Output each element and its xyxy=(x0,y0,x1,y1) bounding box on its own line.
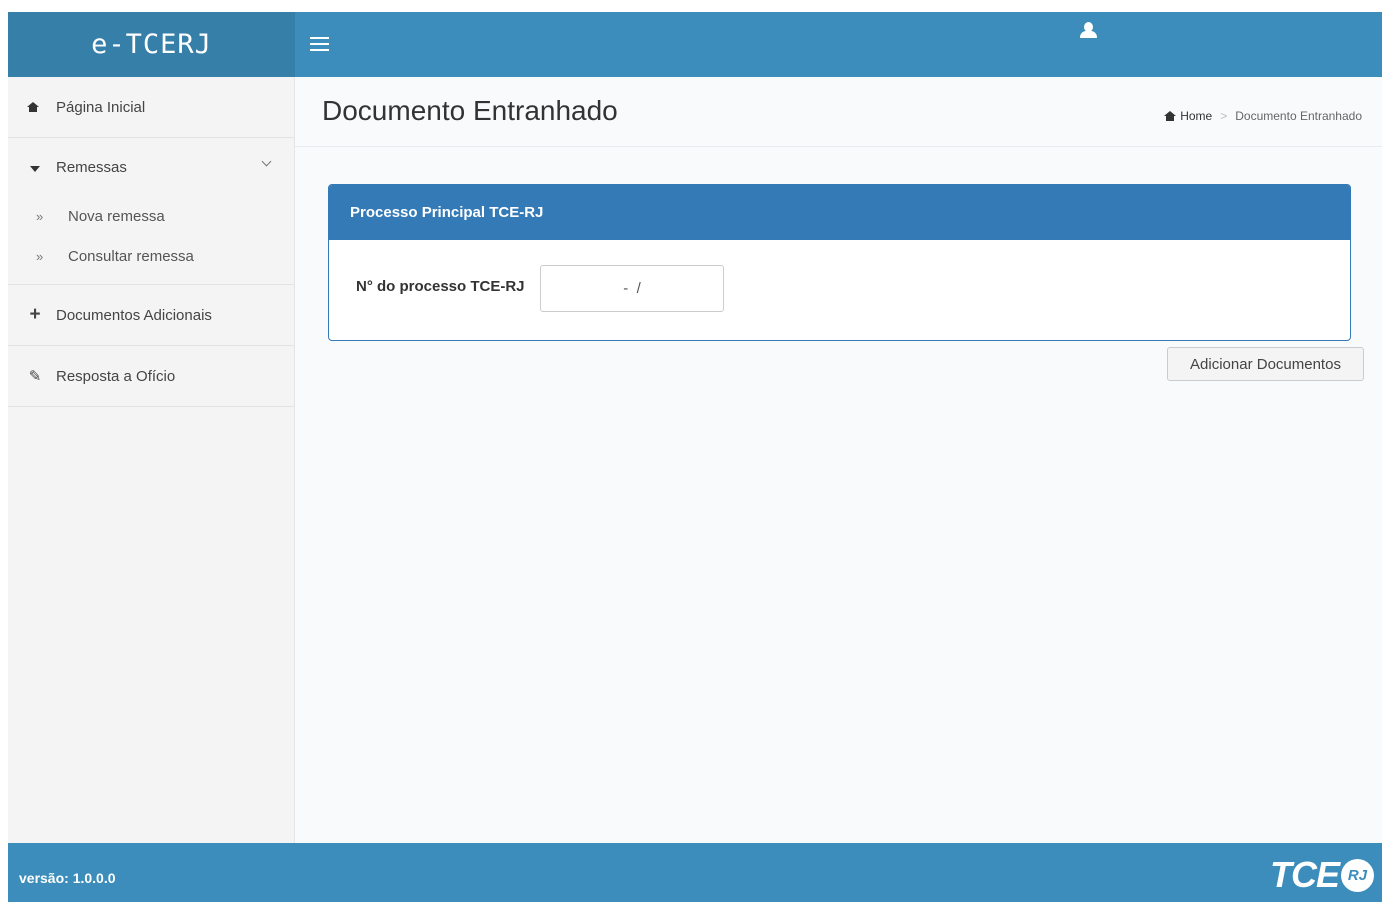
sidebar-item-label: Consultar remessa xyxy=(68,247,194,265)
double-chevron-right-icon: » xyxy=(36,208,44,224)
brand-logo[interactable]: e-TCERJ xyxy=(8,12,295,77)
version-label: versão: 1.0.0.0 xyxy=(19,870,116,886)
edit-icon: ✎ xyxy=(28,368,42,385)
content-header: Documento Entranhado Home > Documento En… xyxy=(295,77,1382,147)
user-icon[interactable] xyxy=(1077,20,1101,42)
processo-number-input[interactable] xyxy=(540,265,724,312)
sidebar-item-documentos-adicionais[interactable]: + Documentos Adicionais xyxy=(8,285,294,346)
sidebar-item-consultar-remessa[interactable]: » Consultar remessa xyxy=(8,236,294,276)
tce-rj-logo: TCE RJ xyxy=(1270,854,1374,895)
breadcrumb-separator: > xyxy=(1220,109,1228,123)
caret-down-icon xyxy=(26,160,44,175)
sidebar-item-label: Nova remessa xyxy=(68,207,165,225)
home-icon xyxy=(1164,111,1177,121)
add-documents-button[interactable]: Adicionar Documentos xyxy=(1167,347,1364,381)
breadcrumb-current: Documento Entranhado xyxy=(1235,109,1362,123)
sidebar-item-resposta-oficio[interactable]: ✎ Resposta a Ofício xyxy=(8,346,294,407)
page-title: Documento Entranhado xyxy=(322,95,618,126)
footer: versão: 1.0.0.0 TCE RJ xyxy=(8,843,1382,902)
logo-text: TCE xyxy=(1270,854,1340,895)
sidebar-item-label: Página Inicial xyxy=(56,98,146,116)
chevron-down-icon xyxy=(261,156,272,167)
double-chevron-right-icon: » xyxy=(36,248,44,264)
sidebar-item-label: Remessas xyxy=(56,158,127,176)
sidebar: Página Inicial Remessas » Nova remessa »… xyxy=(8,77,295,843)
sidebar-item-pagina-inicial[interactable]: Página Inicial xyxy=(8,77,294,138)
sidebar-item-label: Documentos Adicionais xyxy=(56,306,212,324)
breadcrumb-home[interactable]: Home xyxy=(1164,109,1212,123)
panel-heading: Processo Principal TCE-RJ xyxy=(329,185,1350,240)
sidebar-item-label: Resposta a Ofício xyxy=(56,367,176,385)
sidebar-item-remessas[interactable]: Remessas xyxy=(8,138,294,196)
logo-seal: RJ xyxy=(1341,858,1374,892)
processo-number-label: N° do processo TCE-RJ xyxy=(356,278,525,295)
plus-icon: + xyxy=(29,304,41,325)
home-icon xyxy=(26,100,44,115)
breadcrumb-home-label: Home xyxy=(1180,109,1213,123)
breadcrumb: Home > Documento Entranhado xyxy=(1164,109,1362,123)
sidebar-item-nova-remessa[interactable]: » Nova remessa xyxy=(8,196,294,236)
hamburger-icon[interactable] xyxy=(307,33,341,59)
app-window: e-TCERJ Página Inicial Remessas » Nova r… xyxy=(8,12,1382,902)
sidebar-group-remessas: Remessas » Nova remessa » Consultar reme… xyxy=(8,138,294,285)
processo-principal-panel: Processo Principal TCE-RJ N° do processo… xyxy=(328,184,1351,341)
top-navbar: e-TCERJ xyxy=(8,12,1382,77)
panel-body: N° do processo TCE-RJ xyxy=(329,240,1350,340)
